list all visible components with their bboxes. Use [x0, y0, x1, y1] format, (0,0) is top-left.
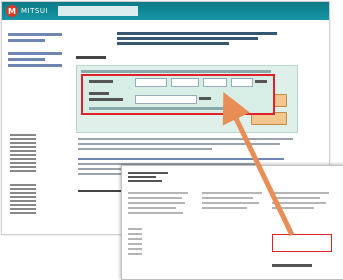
arrow-up-left-icon [222, 91, 295, 237]
